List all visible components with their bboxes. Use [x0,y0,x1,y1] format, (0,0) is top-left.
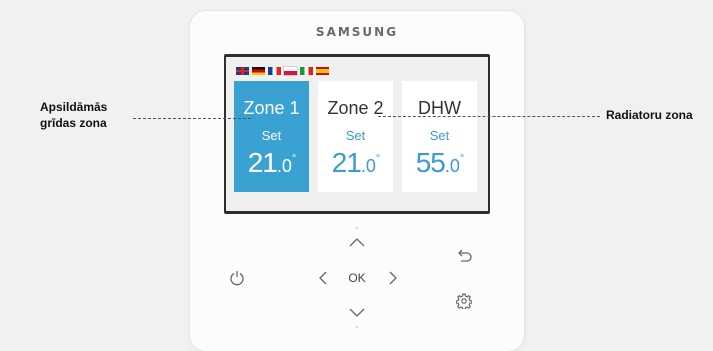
indicator-dot [356,227,358,229]
brand-logo: SAMSUNG [315,25,399,39]
set-temperature: 21.0° [247,147,297,178]
callout-floor-heating-zone: Apsildāmās grīdas zona [40,99,107,131]
settings-button[interactable] [451,289,477,313]
leader-line-right [378,116,600,117]
gear-icon [456,293,472,309]
display-content: Zone 1 Set 21.0° Zone 2 Set 21.0° DHW Se… [226,57,488,211]
set-label: Set [429,128,450,143]
uk-flag-icon[interactable] [236,67,249,75]
callout-line-2: grīdas zona [40,116,107,130]
display-screen: Zone 1 Set 21.0° Zone 2 Set 21.0° DHW Se… [224,54,490,214]
set-temperature: 21.0° [331,147,381,178]
set-temperature: 55.0° [415,147,465,178]
set-label: Set [261,128,282,143]
power-icon [230,271,244,286]
callout-radiator-zone: Radiatoru zona [606,108,693,122]
zone-tile-zone1[interactable]: Zone 1 Set 21.0° [234,81,309,192]
france-flag-icon[interactable] [268,67,281,75]
language-flags [236,67,329,76]
chevron-down-icon [349,308,365,317]
poland-flag-icon[interactable] [284,67,297,75]
zone-name: Zone 1 [243,98,300,118]
chevron-right-icon [389,271,397,285]
ok-button[interactable]: OK [338,266,376,290]
zone-tile-dhw[interactable]: DHW Set 55.0° [402,81,477,192]
set-label: Set [345,128,366,143]
indicator-dot [356,326,358,328]
italy-flag-icon[interactable] [300,67,313,75]
up-button[interactable] [344,233,370,251]
down-button[interactable] [344,303,370,321]
callout-line-1: Apsildāmās [40,100,108,114]
right-button[interactable] [384,266,402,290]
chevron-left-icon [319,271,327,285]
left-button[interactable] [314,266,332,290]
back-button[interactable] [451,245,477,267]
zone-tile-zone2[interactable]: Zone 2 Set 21.0° [318,81,393,192]
germany-flag-icon[interactable] [252,67,265,75]
back-arrow-icon [458,249,472,262]
spain-flag-icon[interactable] [316,67,329,75]
controller-device: SAMSUNG Zone 1 Set 21.0° Zone 2 Set 21.0… [190,11,524,351]
leader-line-left [133,118,251,119]
power-button[interactable] [224,265,250,291]
chevron-up-icon [349,237,365,246]
ok-label: OK [348,271,366,285]
